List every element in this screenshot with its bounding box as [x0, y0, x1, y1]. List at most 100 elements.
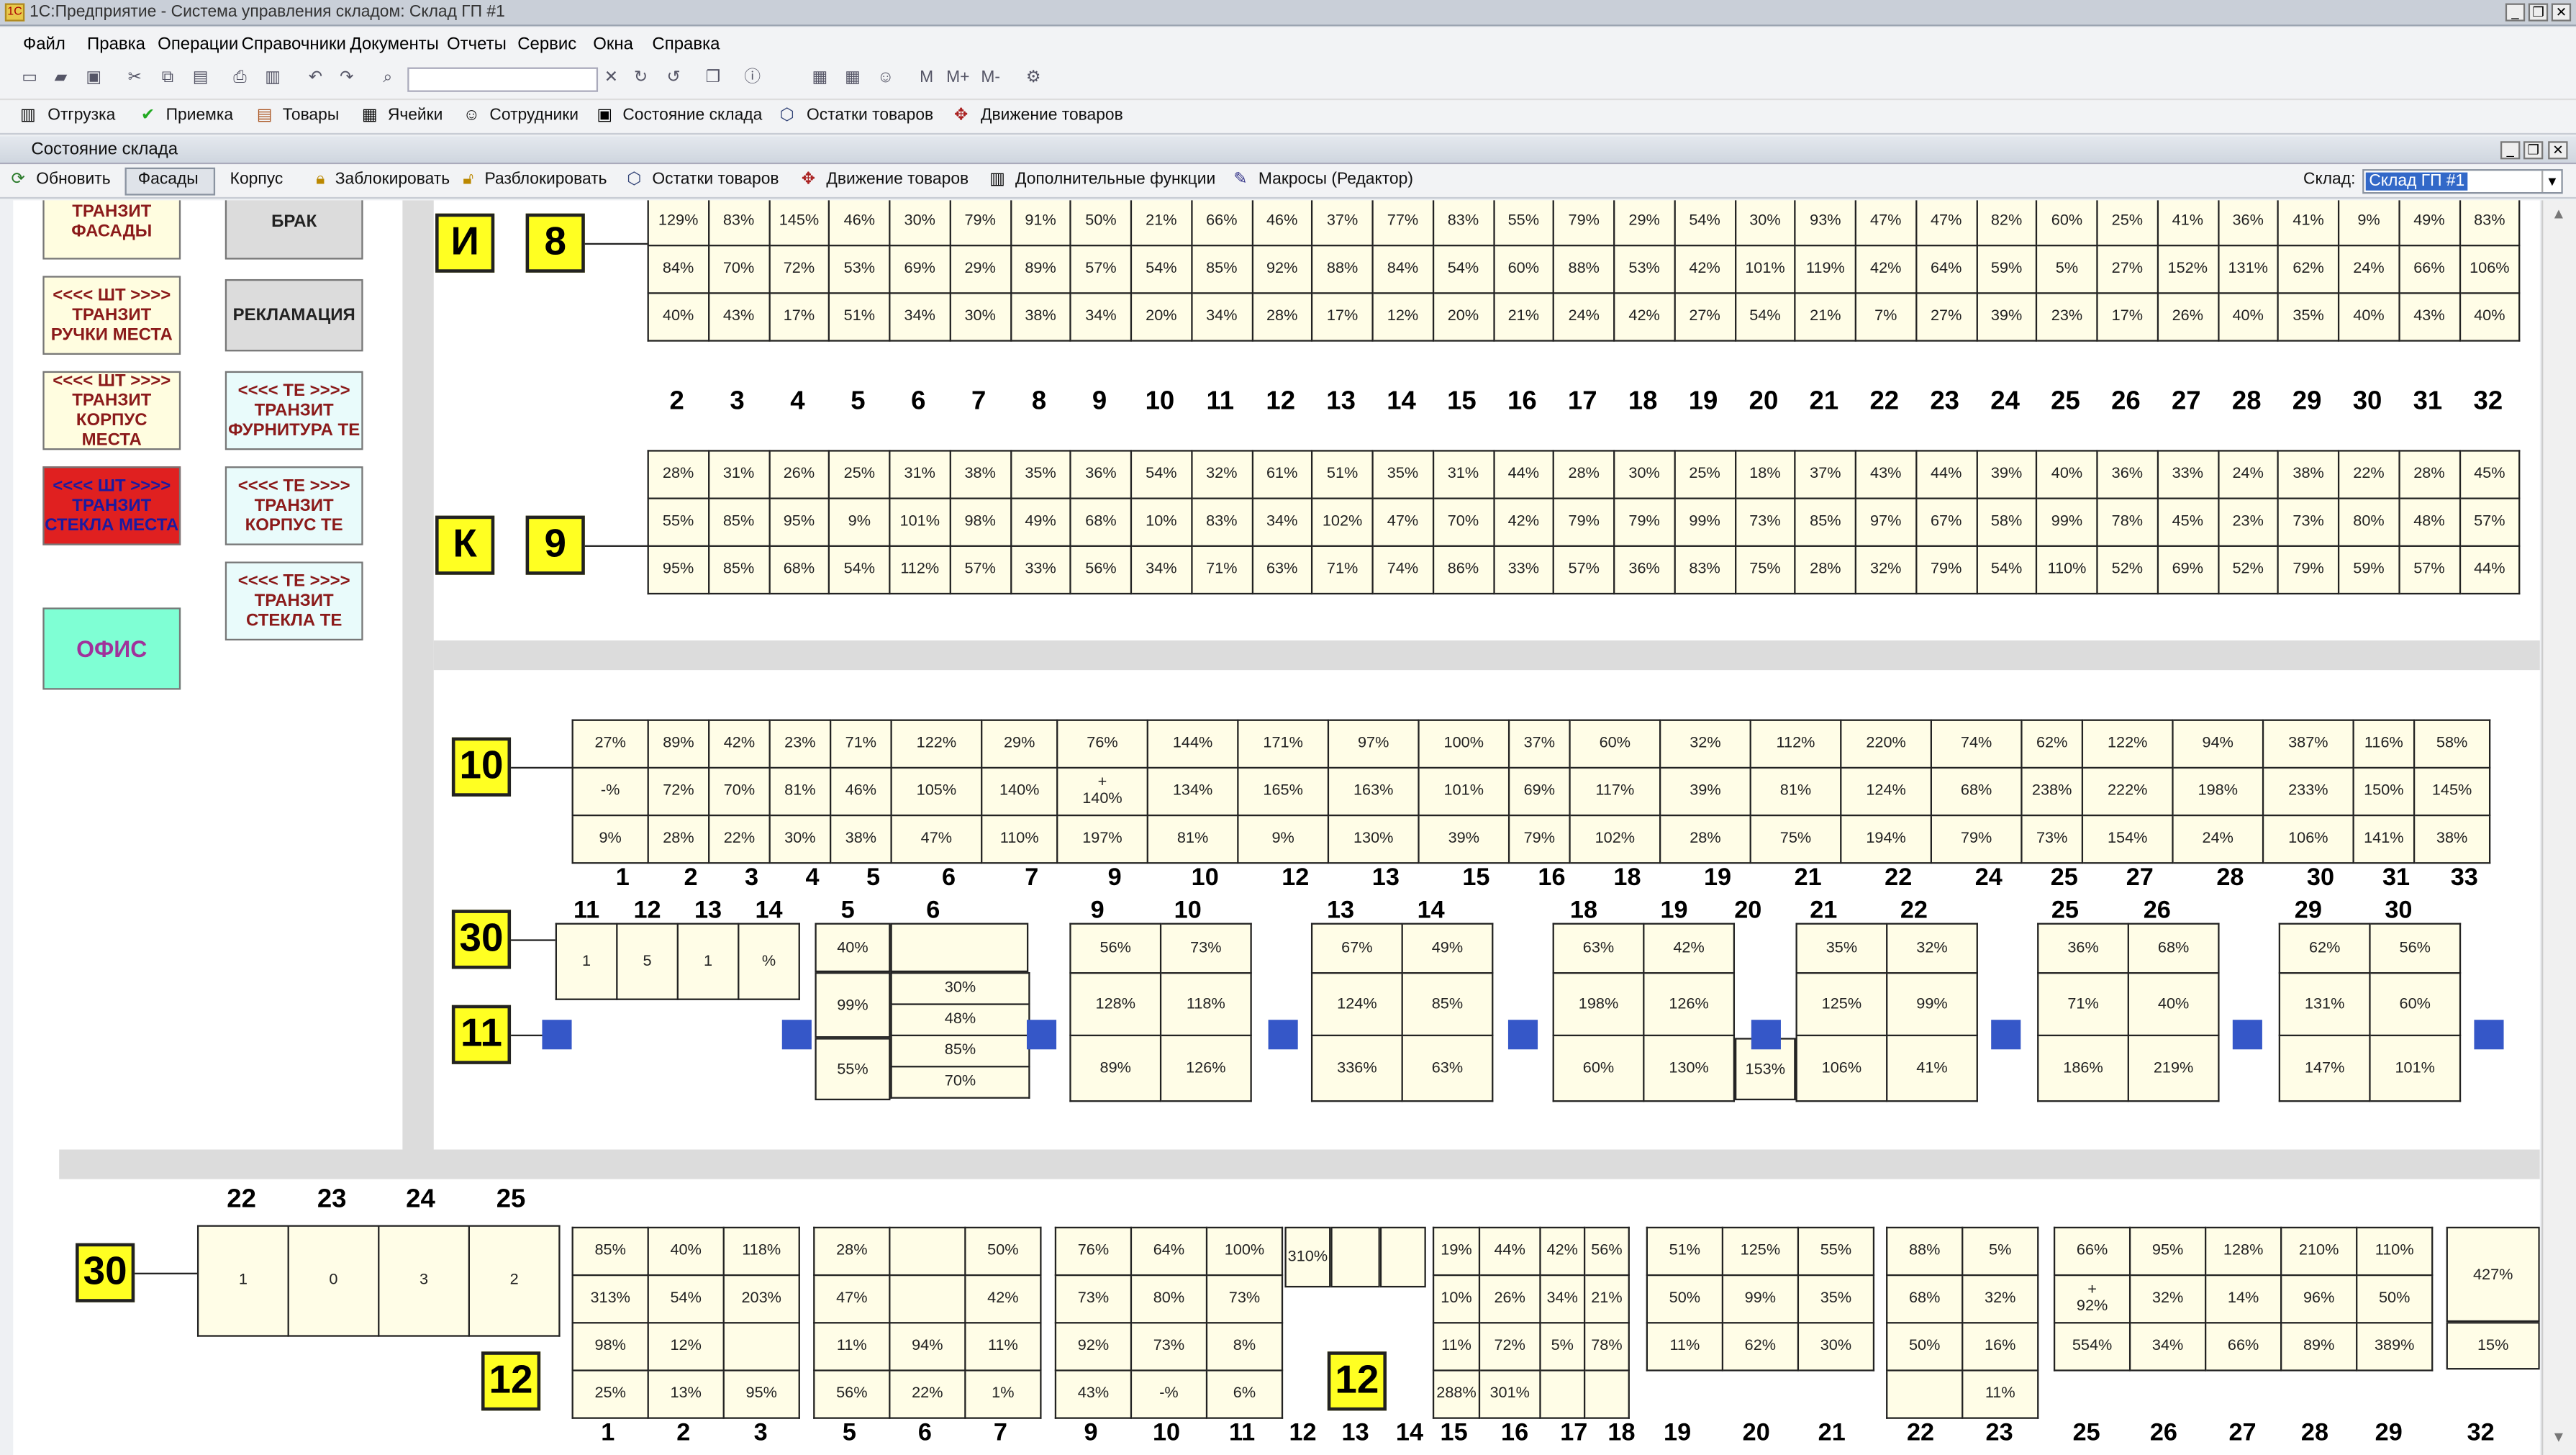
btn-unlock[interactable]: Разблокировать [485, 171, 607, 189]
cell[interactable]: 85% [1190, 245, 1253, 294]
cell[interactable]: 45% [2458, 450, 2521, 499]
cell[interactable]: 131% [2278, 972, 2371, 1037]
cell[interactable]: 112% [889, 545, 951, 595]
cell[interactable]: 17% [2096, 292, 2159, 342]
cell[interactable]: 152% [2157, 245, 2219, 294]
cell[interactable]: 40% [647, 1226, 725, 1277]
cell[interactable]: 68% [768, 545, 830, 595]
cell[interactable]: 81% [1146, 814, 1239, 864]
cell[interactable]: 34% [1539, 1274, 1586, 1324]
cell[interactable]: 154% [2081, 814, 2174, 864]
cell[interactable]: 11% [813, 1322, 891, 1372]
cell[interactable]: 11% [964, 1322, 1042, 1372]
cell[interactable]: 31% [1432, 450, 1495, 499]
cell[interactable]: 101% [1418, 766, 1510, 817]
cell[interactable]: 99% [1673, 497, 1736, 547]
cell[interactable]: 101% [2369, 1034, 2462, 1102]
maximize-icon[interactable]: ❐ [2528, 3, 2549, 22]
save-icon[interactable]: ▣ [83, 69, 103, 89]
cell[interactable]: 101% [889, 497, 951, 547]
cell[interactable]: 80% [2337, 497, 2400, 547]
cell[interactable]: 110% [981, 814, 1058, 864]
cell[interactable]: 60% [2369, 972, 2462, 1037]
cell[interactable]: 219% [2127, 1034, 2220, 1102]
cell[interactable]: 62% [2277, 245, 2340, 294]
btn-office[interactable]: ОФИС [42, 607, 181, 690]
btn-lock[interactable]: Заблокировать [335, 171, 450, 189]
cell[interactable]: 40% [2337, 292, 2400, 342]
cell[interactable]: 83% [1190, 497, 1253, 547]
cell[interactable]: 288% [1432, 1369, 1481, 1419]
cell[interactable]: 38% [2277, 450, 2340, 499]
cell[interactable]: 63% [1401, 1034, 1494, 1102]
cell[interactable]: 51% [1311, 450, 1374, 499]
cell[interactable]: 63% [1552, 923, 1645, 974]
doc-maximize-icon[interactable]: ❐ [2523, 141, 2544, 160]
cell[interactable]: 25% [828, 450, 891, 499]
cell[interactable]: 32% [1659, 719, 1751, 769]
cell[interactable]: 5% [1962, 1226, 2039, 1277]
cell[interactable]: 59% [2337, 545, 2400, 595]
cell[interactable]: 198% [2172, 766, 2264, 817]
cell[interactable]: 51% [1646, 1226, 1724, 1277]
cell[interactable]: 25% [1673, 450, 1736, 499]
cell[interactable]: 147% [2278, 1034, 2371, 1102]
cell[interactable]: 54% [828, 545, 891, 595]
window-icon[interactable]: ❐ [703, 69, 722, 89]
memory-mminus-icon[interactable]: M- [981, 69, 1000, 89]
cell[interactable]: 97% [1854, 497, 1917, 547]
cell[interactable]: 68% [1886, 1274, 1964, 1324]
cell[interactable]: 56% [1069, 923, 1162, 974]
cell[interactable]: 38% [2413, 814, 2491, 864]
cell[interactable]: 54% [1130, 450, 1192, 499]
cell[interactable]: 32% [1854, 545, 1917, 595]
settings-icon[interactable]: ⚙ [1023, 69, 1043, 89]
cell[interactable]: 81% [768, 766, 832, 817]
cell[interactable]: 73% [1054, 1274, 1133, 1324]
cell[interactable]: 30% [1733, 200, 1797, 247]
cell[interactable]: 88% [1886, 1226, 1964, 1277]
cell[interactable]: 40% [2458, 292, 2521, 342]
cell[interactable]: 64% [1915, 245, 1977, 294]
cell[interactable]: 85% [1794, 497, 1856, 547]
cell[interactable]: 116% [2352, 719, 2416, 769]
close-icon[interactable]: ✕ [2551, 3, 2572, 22]
cell[interactable]: 57% [1553, 545, 1615, 595]
cell[interactable]: 203% [722, 1274, 800, 1324]
cell[interactable]: 27% [2096, 245, 2159, 294]
cell[interactable]: 186% [2037, 1034, 2129, 1102]
btn-transit-handles[interactable]: <<<< ШТ >>>> ТРАНЗИТ РУЧКИ МЕСТА [42, 276, 181, 355]
cell[interactable]: 40% [815, 923, 891, 973]
btn-stock[interactable]: Остатки товаров [807, 106, 933, 124]
cell[interactable]: 102% [1311, 497, 1374, 547]
cell[interactable]: 144% [1146, 719, 1239, 769]
cell[interactable]: 110% [2036, 545, 2098, 595]
cell[interactable]: 34% [1130, 545, 1192, 595]
cell[interactable]: 28% [647, 814, 710, 864]
cell[interactable]: 45% [2157, 497, 2219, 547]
cell[interactable]: 126% [1159, 1034, 1252, 1102]
cell[interactable]: 5% [1539, 1322, 1586, 1372]
cell[interactable]: 34% [1251, 497, 1313, 547]
cell[interactable]: 130% [1327, 814, 1420, 864]
cell[interactable]: 42% [1492, 497, 1555, 547]
btn-facades[interactable]: Фасады [138, 171, 199, 189]
cell[interactable]: 49% [1401, 923, 1494, 974]
cell[interactable]: 85% [1401, 972, 1494, 1037]
cell[interactable]: 30% [768, 814, 832, 864]
cell[interactable]: 38% [1010, 292, 1072, 342]
cell[interactable]: 85% [890, 1034, 1030, 1068]
cell[interactable]: 81% [1749, 766, 1842, 817]
cell[interactable]: 89% [2280, 1322, 2358, 1372]
btn-stock2[interactable]: Остатки товаров [652, 171, 779, 189]
btn-movement2[interactable]: Движение товаров [826, 171, 969, 189]
cell[interactable]: 125% [1795, 972, 1888, 1037]
cell[interactable]: 58% [1975, 497, 2038, 547]
cell[interactable]: 23% [768, 719, 832, 769]
cell[interactable]: 37% [1507, 719, 1571, 769]
cell[interactable]: 68% [1069, 497, 1133, 547]
paste-icon[interactable]: ▤ [191, 69, 210, 89]
cell[interactable]: 94% [2172, 719, 2264, 769]
cell[interactable]: 11% [1646, 1322, 1724, 1372]
cell[interactable]: 118% [1159, 972, 1252, 1037]
